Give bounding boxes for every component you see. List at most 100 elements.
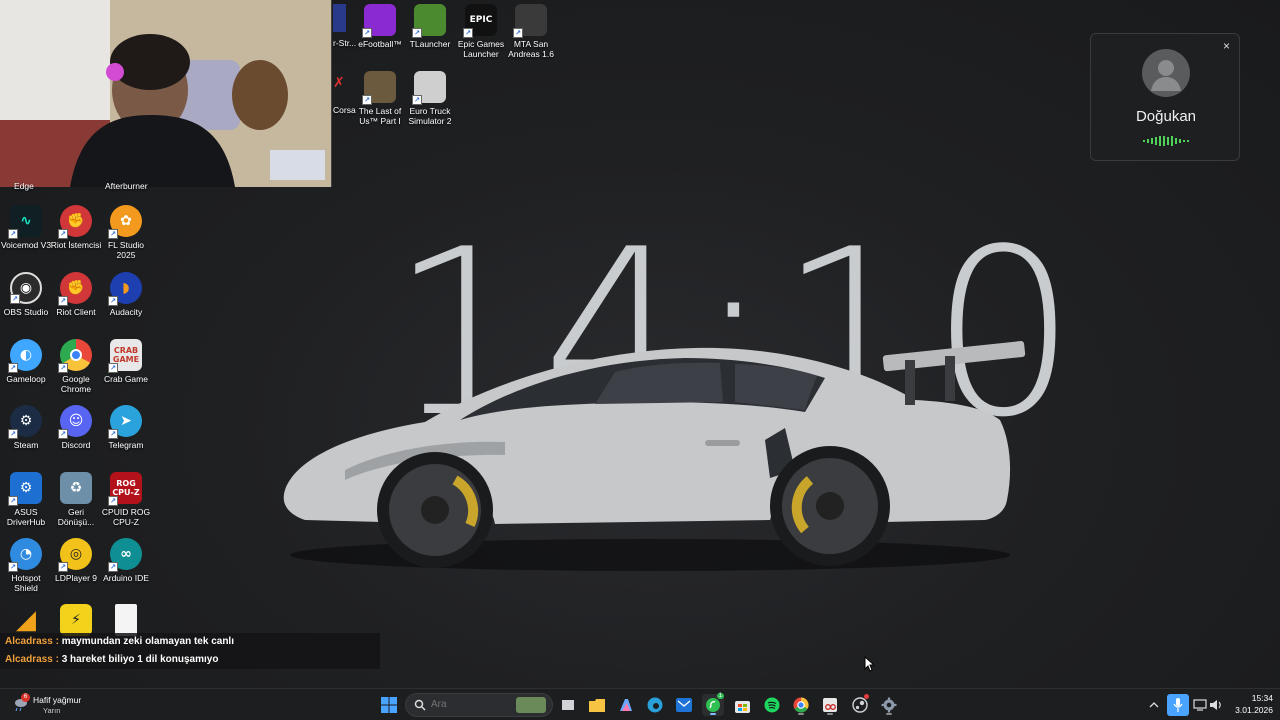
windows-start-icon	[381, 697, 397, 713]
crab-game-icon: CRAB GAME ↗	[108, 339, 142, 373]
desktop-icon-unknown-1[interactable]: ◢	[0, 604, 52, 636]
desktop-icon-riot-client[interactable]: ✊ ↗ Riot Client	[50, 272, 102, 317]
desktop-icon-discord[interactable]: ☺ ↗ Discord	[50, 405, 102, 450]
desktop-icon-ldplayer[interactable]: ◎ ↗ LDPlayer 9	[50, 538, 102, 583]
task-view-icon	[562, 700, 574, 710]
partial-app-icon-corsa[interactable]: ✗	[333, 74, 345, 94]
active-indicator	[827, 713, 833, 715]
blank-file-icon	[115, 604, 137, 636]
tray-microphone[interactable]	[1167, 694, 1189, 716]
tray-overflow-button[interactable]	[1146, 694, 1162, 716]
desktop-icon-asus-driverhub[interactable]: ⚙ ↗ ASUS DriverHub	[0, 472, 52, 527]
taskbar-spotify[interactable]	[761, 694, 783, 716]
desktop-icon-hotspot-shield[interactable]: ◔ ↗ Hotspot Shield	[0, 538, 52, 593]
wallpaper-car-image	[283, 341, 1026, 571]
desktop-icon-recycle-bin[interactable]: ♻ Geri Dönüşü...	[50, 472, 102, 527]
copilot-icon	[620, 699, 632, 711]
partial-app-icon[interactable]	[333, 4, 346, 32]
mouse-cursor-icon	[864, 656, 874, 672]
desktop-icon-mta[interactable]: ↗ MTA San Andreas 1.6	[505, 4, 557, 59]
active-indicator	[886, 713, 892, 715]
cpu-z-icon: ROG CPU-Z ↗	[108, 472, 142, 506]
tlauncher-icon: ↗	[412, 4, 446, 38]
taskbar: 6 Hafif yağmur Yarın 1	[0, 688, 1280, 720]
epic-games-icon: EPIC ↗	[463, 4, 497, 38]
desktop-icon-euro-truck[interactable]: ↗ Euro Truck Simulator 2	[404, 71, 456, 126]
taskbar-settings[interactable]	[878, 694, 900, 716]
desktop-icon-unknown-2[interactable]: ⚡	[50, 604, 102, 636]
weather-widget[interactable]: 6 Hafif yağmur Yarın	[10, 693, 120, 717]
taskbar-copilot[interactable]	[615, 694, 637, 716]
riot-fist-icon: ✊ ↗	[58, 272, 92, 306]
task-view-button[interactable]	[557, 694, 579, 716]
taskbar-search[interactable]	[405, 693, 553, 717]
active-indicator	[798, 713, 804, 715]
asus-gear-icon: ⚙ ↗	[8, 472, 42, 506]
taskbar-snipping-tool[interactable]	[819, 694, 841, 716]
chevron-up-icon	[1149, 702, 1159, 708]
desktop-icon-riot-istemcisi[interactable]: ✊ ↗ Riot İstemcisi	[50, 205, 102, 250]
caller-name: Doğukan	[1135, 108, 1197, 125]
taskbar-steam[interactable]	[849, 694, 871, 716]
desktop-icon-telegram[interactable]: ➤ ↗ Telegram	[100, 405, 152, 450]
store-icon	[734, 700, 750, 713]
desktop: 14:10 Edge Afterburner r-Str... Corsa ✗ …	[0, 0, 1280, 688]
desktop-icon-label-corsa[interactable]: Corsa	[333, 105, 356, 115]
desktop-icon-last-of-us[interactable]: ↗ The Last of Us™ Part I	[354, 71, 406, 126]
speaker-icon	[1210, 700, 1221, 710]
call-notification[interactable]: × Doğukan	[1090, 33, 1240, 161]
desktop-icon-steam[interactable]: ⚙ ↗ Steam	[0, 405, 52, 450]
euro-truck-icon: ↗	[412, 71, 446, 105]
active-indicator	[710, 713, 716, 715]
audacity-icon: ◗ ↗	[108, 272, 142, 306]
taskbar-store[interactable]	[731, 694, 753, 716]
desktop-icon-cpu-z[interactable]: ROG CPU-Z ↗ CPUID ROG CPU-Z	[100, 472, 152, 527]
weather-title: Hafif yağmur	[33, 695, 82, 705]
close-icon[interactable]: ×	[1223, 39, 1230, 53]
taskbar-file-explorer[interactable]	[586, 694, 608, 716]
stream-chat-overlay: Alcadrass : maymundan zeki olamayan tek …	[0, 633, 380, 669]
search-input[interactable]	[431, 699, 511, 710]
search-icon	[414, 699, 426, 711]
weather-badge: 6	[21, 693, 30, 702]
taskbar-chrome[interactable]	[790, 694, 812, 716]
whatsapp-icon	[706, 698, 720, 712]
tray-volume[interactable]	[1208, 694, 1224, 716]
ldplayer-icon: ◎ ↗	[58, 538, 92, 572]
taskbar-outlook[interactable]	[673, 694, 695, 716]
snipping-tool-icon	[823, 698, 837, 712]
desktop-icon-label-partial[interactable]: r-Str...	[333, 38, 356, 48]
weather-subtitle: Yarın	[43, 706, 61, 715]
voicemod-icon: ∿ ↗	[8, 205, 42, 239]
desktop-icon-crab-game[interactable]: CRAB GAME ↗ Crab Game	[100, 339, 152, 384]
desktop-icon-unknown-3[interactable]	[100, 604, 152, 636]
desktop-icon-gameloop[interactable]: ◐ ↗ Gameloop	[0, 339, 52, 384]
tray-network[interactable]	[1192, 694, 1208, 716]
spotify-icon	[764, 697, 780, 713]
desktop-icon-tlauncher[interactable]: ↗ TLauncher	[404, 4, 456, 49]
taskbar-whatsapp[interactable]: 1	[702, 693, 724, 716]
taskbar-edge[interactable]	[644, 694, 666, 716]
chrome-icon: ↗	[58, 339, 92, 373]
desktop-icon-chrome[interactable]: ↗ Google Chrome	[50, 339, 102, 394]
riot-fist-icon: ✊ ↗	[58, 205, 92, 239]
chat-message: Alcadrass : maymundan zeki olamayan tek …	[5, 636, 234, 647]
desktop-icon-arduino[interactable]: ∞ ↗ Arduino IDE	[100, 538, 152, 583]
arduino-icon: ∞ ↗	[108, 538, 142, 572]
gameloop-icon: ◐ ↗	[8, 339, 42, 373]
desktop-icon-epic-games[interactable]: EPIC ↗ Epic Games Launcher	[455, 4, 507, 59]
desktop-icon-label-edge[interactable]: Edge	[14, 181, 34, 191]
search-highlight-image	[516, 697, 546, 713]
desktop-icon-efootball[interactable]: ↗ eFootball™	[354, 4, 406, 49]
desktop-icon-voicemod[interactable]: ∿ ↗ Voicemod V3	[0, 205, 52, 250]
desktop-icon-label-afterburner[interactable]: Afterburner	[105, 181, 148, 191]
desktop-icon-fl-studio[interactable]: ✿ ↗ FL Studio 2025	[100, 205, 152, 260]
desktop-icon-obs[interactable]: ◉ ↗ OBS Studio	[0, 272, 52, 317]
hotspot-shield-icon: ◔ ↗	[8, 538, 42, 572]
start-button[interactable]	[378, 694, 400, 716]
chrome-icon	[793, 697, 809, 713]
taskbar-clock[interactable]: 15:34 3.01.2026	[1225, 693, 1273, 715]
network-icon	[1193, 699, 1207, 711]
desktop-icon-audacity[interactable]: ◗ ↗ Audacity	[100, 272, 152, 317]
last-of-us-icon: ↗	[362, 71, 396, 105]
